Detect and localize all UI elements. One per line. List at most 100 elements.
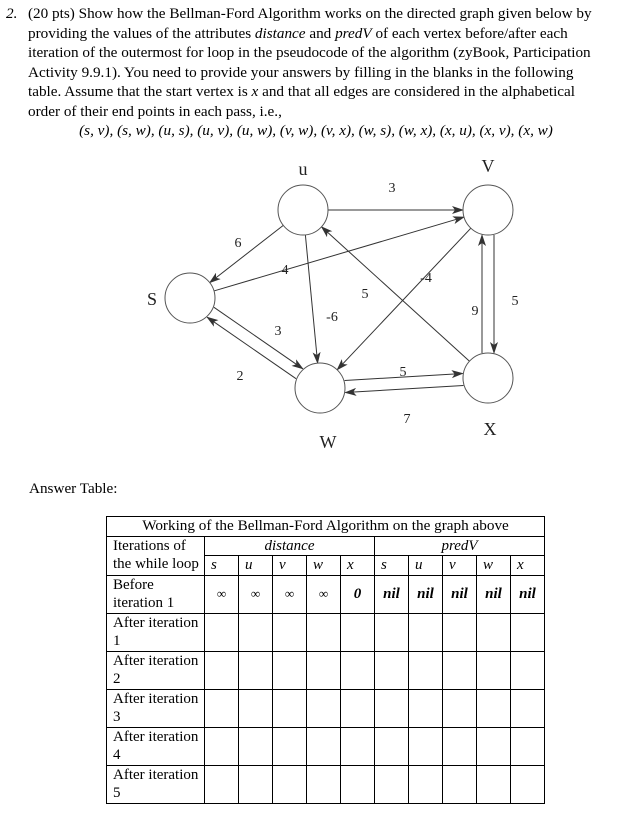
distance-s-cell[interactable] — [204, 612, 239, 652]
predv-x-cell[interactable] — [510, 688, 545, 728]
distance-v-cell[interactable] — [272, 688, 307, 728]
predv-x-cell: nil — [510, 574, 545, 614]
predv-w-cell[interactable] — [476, 726, 511, 766]
question-line: Activity 9.9.1). You need to provide you… — [28, 63, 574, 81]
predv-u-cell: nil — [408, 574, 443, 614]
predv-v-cell[interactable] — [442, 764, 477, 804]
table-row: After iteration 3 — [106, 688, 545, 728]
table-row: Before iteration 1 ∞ ∞ ∞ ∞ 0 nil nil nil nil nil — [106, 574, 545, 614]
col-header-predv-w: w — [476, 555, 511, 576]
question-block: 2. (20 pts) Show how the Bellman-Ford Al… — [6, 4, 626, 141]
predv-v-cell[interactable] — [442, 612, 477, 652]
predv-u-cell[interactable] — [408, 726, 443, 766]
distance-w-cell: ∞ — [306, 574, 341, 614]
distance-v-cell[interactable] — [272, 650, 307, 690]
vertex-x — [462, 352, 514, 404]
predv-w-cell[interactable] — [476, 688, 511, 728]
distance-s-cell: ∞ — [204, 574, 239, 614]
answer-table: Working of the Bellman-Ford Algorithm on… — [106, 516, 545, 804]
predv-s-cell[interactable] — [374, 688, 409, 728]
distance-u-cell[interactable] — [238, 726, 273, 766]
distance-s-cell[interactable] — [204, 764, 239, 804]
table-row: After iteration 1 — [106, 612, 545, 652]
distance-w-cell[interactable] — [306, 612, 341, 652]
edge-weight-u-w: -6 — [326, 310, 338, 325]
distance-u-cell[interactable] — [238, 650, 273, 690]
distance-v-cell[interactable] — [272, 764, 307, 804]
distance-w-cell[interactable] — [306, 650, 341, 690]
question-number: 2. — [6, 5, 18, 22]
edge-weight-s-w: 2 — [237, 369, 244, 384]
predv-u-cell[interactable] — [408, 612, 443, 652]
distance-u-cell: ∞ — [238, 574, 273, 614]
predv-v-cell: nil — [442, 574, 477, 614]
predv-s-cell: nil — [374, 574, 409, 614]
predv-w-cell[interactable] — [476, 764, 511, 804]
directed-graph: 6 4 3 5 -4 -6 9 5 2 3 5 7 Su V W X — [147, 156, 519, 452]
col-header-predv-v: v — [442, 555, 477, 576]
col-header-predv-x: x — [510, 555, 545, 576]
vertex-v — [462, 184, 514, 236]
distance-v-cell: ∞ — [272, 574, 307, 614]
predv-v-cell[interactable] — [442, 688, 477, 728]
col-header-distance-u: u — [238, 555, 273, 576]
col-header-predv-s: s — [374, 555, 409, 576]
distance-v-cell[interactable] — [272, 726, 307, 766]
question-text: (20 pts) Show how the Bellman-Ford Algor… — [28, 4, 626, 141]
col-header-distance-v: v — [272, 555, 307, 576]
distance-w-cell[interactable] — [306, 764, 341, 804]
predv-s-cell[interactable] — [374, 764, 409, 804]
predv-x-cell[interactable] — [510, 764, 545, 804]
distance-x-cell[interactable] — [340, 764, 375, 804]
question-line: providing the values of the attributes d… — [28, 24, 568, 42]
row-label: After iteration 2 — [106, 650, 205, 690]
predv-w-cell: nil — [476, 574, 511, 614]
edge-weight-u-s: 6 — [235, 236, 242, 251]
col-header-distance-x: x — [340, 555, 375, 576]
vertex-label-x: X — [484, 419, 497, 439]
row-label: After iteration 3 — [106, 688, 205, 728]
edge-order-list: (s, v), (s, w), (u, s), (u, v), (u, w), … — [79, 122, 553, 139]
predv-x-cell[interactable] — [510, 650, 545, 690]
distance-x-cell[interactable] — [340, 726, 375, 766]
distance-s-cell[interactable] — [204, 650, 239, 690]
edge-s-w — [213, 306, 304, 370]
table-row: After iteration 2 — [106, 650, 545, 690]
predv-u-cell[interactable] — [408, 650, 443, 690]
predv-v-cell[interactable] — [442, 726, 477, 766]
distance-v-cell[interactable] — [272, 612, 307, 652]
predv-x-cell[interactable] — [510, 612, 545, 652]
answer-table-label: Answer Table: — [29, 480, 118, 497]
edge-v-w — [336, 227, 472, 371]
term-distance: distance — [254, 24, 306, 42]
predv-s-cell[interactable] — [374, 612, 409, 652]
predv-w-cell[interactable] — [476, 650, 511, 690]
predv-v-cell[interactable] — [442, 650, 477, 690]
predv-w-cell[interactable] — [476, 612, 511, 652]
distance-u-cell[interactable] — [238, 688, 273, 728]
vertex-w — [294, 362, 346, 414]
distance-s-cell[interactable] — [204, 688, 239, 728]
vertex-label-w: W — [320, 432, 337, 452]
distance-u-cell[interactable] — [238, 764, 273, 804]
distance-x-cell[interactable] — [340, 688, 375, 728]
predv-s-cell[interactable] — [374, 726, 409, 766]
vertex-label-v: V — [482, 156, 495, 176]
predv-s-cell[interactable] — [374, 650, 409, 690]
term-predv: predV — [335, 24, 372, 42]
distance-u-cell[interactable] — [238, 612, 273, 652]
edge-weight-w-x: 5 — [400, 365, 407, 380]
distance-x-cell[interactable] — [340, 612, 375, 652]
predv-u-cell[interactable] — [408, 764, 443, 804]
distance-w-cell[interactable] — [306, 726, 341, 766]
predv-x-cell[interactable] — [510, 726, 545, 766]
col-header-distance-s: s — [204, 555, 239, 576]
edge-weight-x-v: 9 — [472, 304, 479, 319]
question-line: iteration of the outermost for loop in t… — [28, 44, 591, 61]
distance-w-cell[interactable] — [306, 688, 341, 728]
col-header-distance-w: w — [306, 555, 341, 576]
distance-s-cell[interactable] — [204, 726, 239, 766]
predv-u-cell[interactable] — [408, 688, 443, 728]
distance-x-cell[interactable] — [340, 650, 375, 690]
question-line: (20 pts) Show how the Bellman-Ford Algor… — [28, 5, 592, 22]
